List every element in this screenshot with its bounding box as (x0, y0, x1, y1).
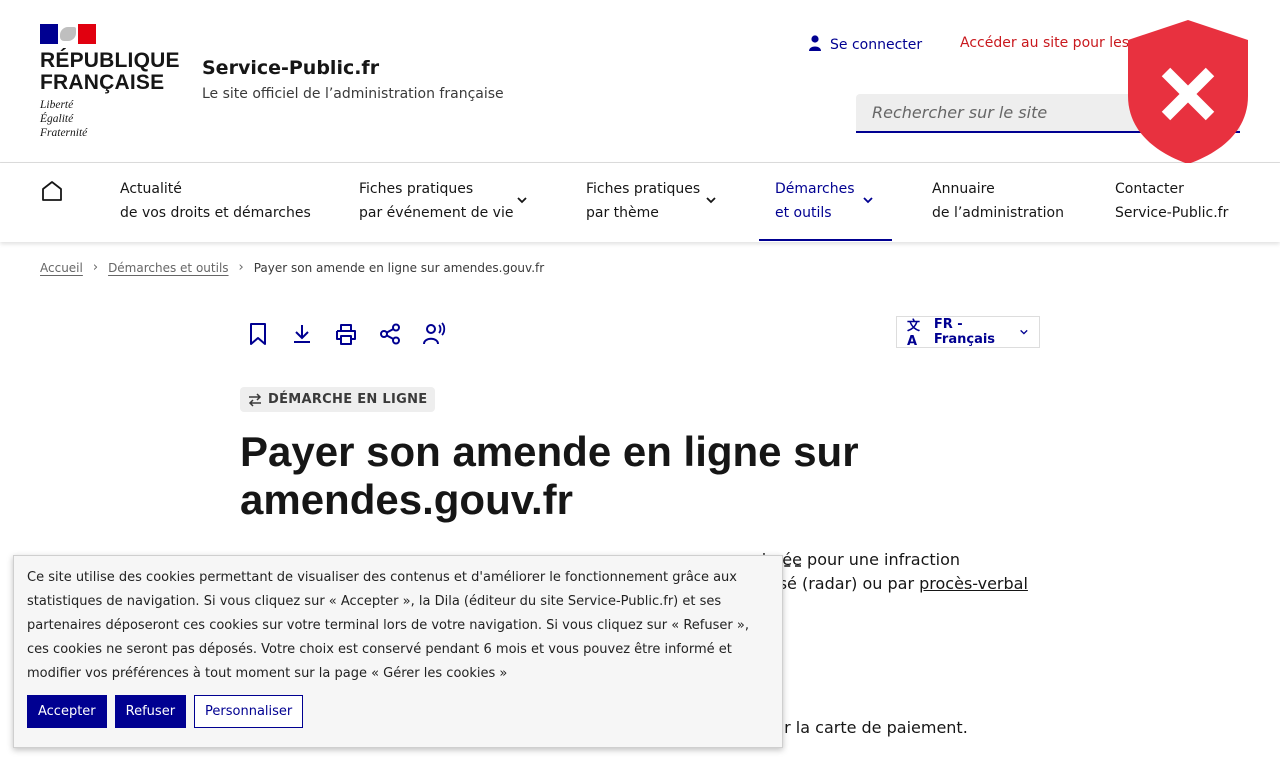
language-label: FR - Français (933, 317, 996, 347)
bookmark-icon[interactable] (246, 320, 270, 348)
nav-item-line1: Contacter (1115, 181, 1184, 197)
cookie-buttons: Accepter Refuser Personnaliser (27, 695, 304, 728)
home-icon[interactable] (40, 179, 64, 203)
nav-item-line2: par thème (586, 205, 659, 221)
active-nav-indicator (759, 239, 892, 241)
marianne-logo (40, 24, 96, 44)
nav-item-annuaire[interactable]: Annuaire de l’administration (932, 177, 1064, 225)
language-selector[interactable]: 文A FR - Français (896, 316, 1040, 349)
pro-site-link[interactable]: Accéder au site pour les (960, 35, 1129, 51)
nav-item-line1: Actualité (120, 181, 182, 197)
nav-item-fiches-evenement[interactable]: Fiches pratiques par événement de vie (359, 177, 529, 225)
listen-icon[interactable] (422, 320, 446, 348)
nav-item-line1: Fiches pratiques (359, 181, 474, 197)
cookie-text: Ce site utilise des cookies permettant d… (27, 570, 749, 681)
breadcrumb-chevron-icon: › (92, 260, 99, 275)
nav-item-demarches-outils[interactable]: Démarches et outils (775, 177, 880, 225)
cookie-banner: Ce site utilise des cookies permettant d… (13, 555, 783, 748)
intro-text: pour une infraction (801, 550, 961, 569)
nav-item-line2: de l’administration (932, 205, 1064, 221)
login-link[interactable]: Se connecter (808, 35, 922, 55)
swap-arrows-icon (248, 392, 262, 407)
login-label: Se connecter (830, 37, 923, 53)
nav-item-line2: de vos droits et démarches (120, 205, 311, 221)
chevron-down-icon (863, 197, 873, 204)
breadcrumb-link-accueil[interactable]: Accueil (40, 261, 83, 275)
breadcrumb-link-demarches[interactable]: Démarches et outils (108, 261, 228, 275)
nav-item-fiches-theme[interactable]: Fiches pratiques par thème (586, 177, 721, 225)
blocked-shield-icon[interactable] (1126, 18, 1250, 166)
site-tagline: Le site officiel de l’administration fra… (202, 86, 504, 102)
nav-item-line1: Fiches pratiques (586, 181, 701, 197)
site-header: RÉPUBLIQUE FRANÇAISE Liberté Égalité Fra… (0, 0, 1280, 166)
user-icon (808, 35, 822, 55)
refuse-cookies-button[interactable]: Refuser (114, 695, 187, 728)
badge-label: DÉMARCHE EN LIGNE (268, 392, 428, 407)
nav-item-contacter[interactable]: Contacter Service-Public.fr (1115, 177, 1228, 225)
site-name[interactable]: Service-Public.fr (202, 57, 379, 79)
main-navigation: Actualité de vos droits et démarches Fic… (0, 163, 1280, 242)
intro-text-2: tisé (radar) ou par (768, 574, 920, 593)
nav-item-line2: Service-Public.fr (1115, 205, 1229, 221)
republic-motto: Liberté Égalité Fraternité (40, 99, 88, 139)
share-icon[interactable] (378, 320, 402, 348)
demarche-badge: DÉMARCHE EN LIGNE (240, 387, 436, 412)
nav-item-actualite[interactable]: Actualité de vos droits et démarches (120, 177, 311, 225)
proces-verbal-link[interactable]: procès-verbal (919, 574, 1028, 593)
chevron-down-icon (517, 197, 527, 204)
nav-item-line2: par événement de vie (359, 205, 514, 221)
customize-cookies-button[interactable]: Personnaliser (194, 695, 304, 728)
page-title: Payer son amende en ligne sur amendes.go… (240, 428, 859, 523)
chevron-down-icon (706, 197, 716, 204)
republique-francaise-title[interactable]: RÉPUBLIQUE FRANÇAISE (40, 50, 180, 94)
nav-item-line1: Annuaire (932, 181, 995, 197)
breadcrumb-current: Payer son amende en ligne sur amendes.go… (253, 260, 545, 275)
print-icon[interactable] (334, 320, 358, 348)
page-toolbar (246, 320, 446, 348)
breadcrumb-chevron-icon: › (238, 260, 244, 275)
accept-cookies-button[interactable]: Accepter (27, 695, 107, 728)
download-icon[interactable] (290, 320, 314, 348)
breadcrumb: Accueil › Démarches et outils › Payer so… (40, 260, 544, 275)
chevron-down-icon (1020, 329, 1028, 335)
translate-icon: 文A (907, 319, 921, 349)
